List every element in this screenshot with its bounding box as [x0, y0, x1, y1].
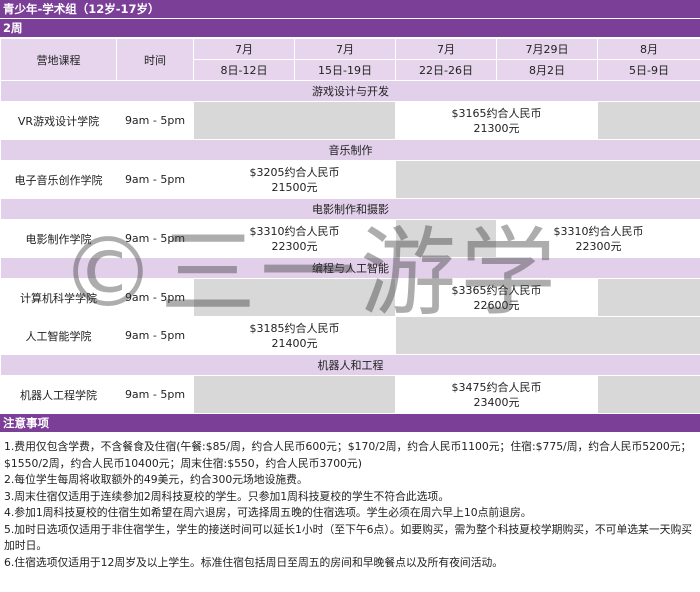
unavailable-cell [395, 316, 700, 355]
table-row: 人工智能学院 9am - 5pm $3185约合人民币 21400元 [0, 316, 700, 355]
header-row-months: 营地课程 时间 7月 7月 7月 7月29日 8月 [0, 38, 700, 81]
category-ai: 编程与人工智能 [0, 257, 700, 279]
note-item: 3.周末住宿仅适用于连续参加2周科技夏校的学生。只参加1周科技夏校的学生不符合此… [4, 489, 450, 503]
header-session-dates: 15日-19日 [294, 59, 396, 81]
header-session-month: 8月 [597, 38, 700, 60]
unavailable-cell [193, 278, 396, 317]
unavailable-cell [193, 375, 396, 414]
notes-list: 1.费用仅包含学费，不含餐食及住宿(午餐:$85/周，约合人民币600元；$17… [0, 433, 700, 571]
table-row: 机器人工程学院 9am - 5pm $3475约合人民币 23400元 [0, 375, 700, 414]
course-time: 9am - 5pm [116, 160, 194, 199]
course-name: 人工智能学院 [0, 316, 117, 355]
table-row: 计算机科学学院 9am - 5pm $3365约合人民币 22600元 [0, 278, 700, 317]
unavailable-cell [395, 160, 700, 199]
header-session-month: 7月 [395, 38, 497, 60]
header-session-dates: 5日-9日 [597, 59, 700, 81]
note-item: 5.加时日选项仅适用于非住宿学生，学生的接送时间可以延长1小时（至下午6点）。如… [4, 522, 693, 553]
course-name: 计算机科学学院 [0, 278, 117, 317]
unavailable-cell [597, 375, 700, 414]
note-item: 2.每位学生每周将收取额外的49美元，约合300元场地设施费。 [4, 473, 308, 486]
course-name: VR游戏设计学院 [0, 101, 117, 140]
course-time: 9am - 5pm [116, 278, 194, 317]
course-time: 9am - 5pm [116, 219, 194, 258]
price-cell: $3310约合人民币 22300元 [496, 219, 700, 258]
header-session-dates: 22日-26日 [395, 59, 497, 81]
category-game: 游戏设计与开发 [0, 80, 700, 102]
table-row: 电子音乐创作学院 9am - 5pm $3205约合人民币 21500元 [0, 160, 700, 199]
category-film: 电影制作和摄影 [0, 198, 700, 220]
table-row: 电影制作学院 9am - 5pm $3310约合人民币 22300元 $3310约… [0, 219, 700, 258]
page-title: 青少年-学术组（12岁-17岁） [0, 0, 700, 19]
notes-heading: 注意事项 [0, 414, 700, 433]
course-time: 9am - 5pm [116, 316, 194, 355]
header-session-month: 7月 [193, 38, 295, 60]
unavailable-cell [193, 101, 396, 140]
category-music: 音乐制作 [0, 139, 700, 161]
course-name: 电影制作学院 [0, 219, 117, 258]
price-cell: $3365约合人民币 22600元 [395, 278, 598, 317]
header-session-dates: 8月2日 [496, 59, 598, 81]
unavailable-cell [597, 278, 700, 317]
price-cell: $3165约合人民币 21300元 [395, 101, 598, 140]
unavailable-cell [597, 101, 700, 140]
header-session-month: 7月29日 [496, 38, 598, 60]
header-session-dates: 8日-12日 [193, 59, 295, 81]
price-cell: $3475约合人民币 23400元 [395, 375, 598, 414]
price-cell: $3185约合人民币 21400元 [193, 316, 396, 355]
price-cell: $3310约合人民币 22300元 [193, 219, 396, 258]
schedule-table: 营地课程 时间 7月 7月 7月 7月29日 8月 8日-12日 15日-19日… [0, 38, 700, 414]
course-name: 电子音乐创作学院 [0, 160, 117, 199]
price-cell: $3205约合人民币 21500元 [193, 160, 396, 199]
note-item: 6.住宿选项仅适用于12周岁及以上学生。标准住宿包括周日至周五的房间和早晚餐点以… [4, 555, 504, 569]
course-name: 机器人工程学院 [0, 375, 117, 414]
category-robotics: 机器人和工程 [0, 354, 700, 376]
course-time: 9am - 5pm [116, 375, 194, 414]
duration-label: 2周 [0, 19, 700, 38]
table-row: VR游戏设计学院 9am - 5pm $3165约合人民币 21300元 [0, 101, 700, 140]
course-time: 9am - 5pm [116, 101, 194, 140]
unavailable-cell [395, 219, 497, 258]
note-item: 1.费用仅包含学费，不含餐食及住宿(午餐:$85/周，约合人民币600元；$17… [4, 440, 692, 470]
note-item: 4.参加1周科技夏校的住宿生如希望在周六退房，可选择周五晚的住宿选项。学生必须在… [4, 506, 532, 519]
header-session-month: 7月 [294, 38, 396, 60]
header-time: 时间 [116, 38, 194, 81]
header-course: 营地课程 [0, 38, 117, 81]
